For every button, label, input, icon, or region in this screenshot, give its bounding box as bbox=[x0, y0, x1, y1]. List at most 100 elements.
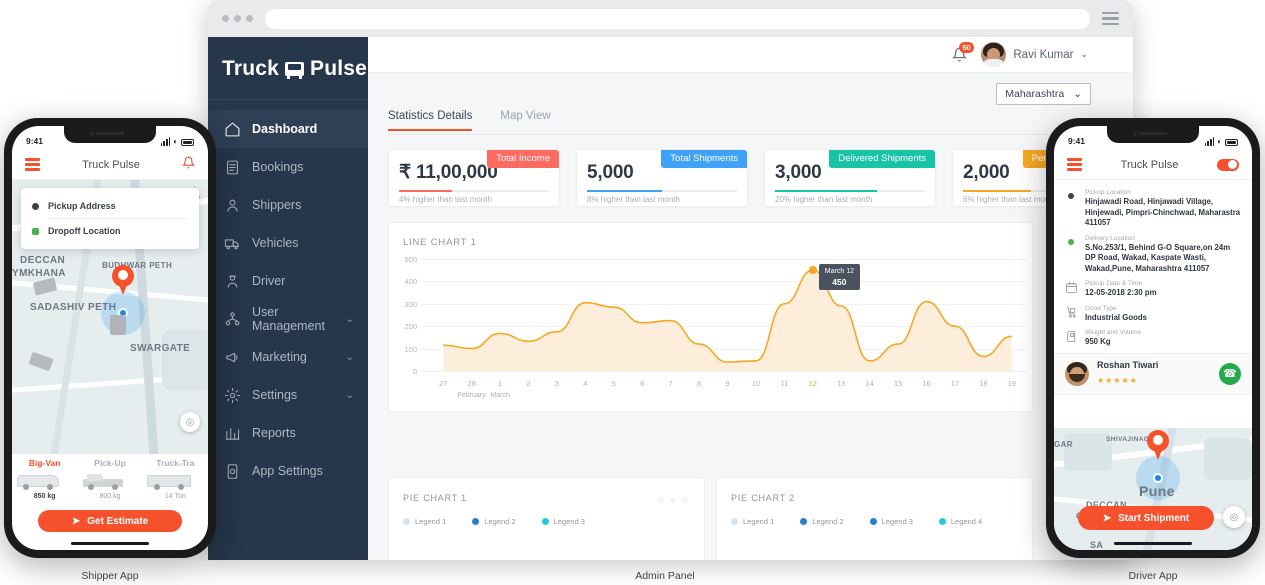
sidebar-item-label: Reports bbox=[252, 426, 296, 440]
detail-row: Delivery LocationS.No.253/1, Behind G-O … bbox=[1065, 234, 1241, 280]
legend-swatch-icon bbox=[403, 518, 410, 525]
sidebar-item-app-settings[interactable]: App Settings bbox=[208, 452, 368, 490]
pie-legend: Legend 1 Legend 2 Legend 3 Legend 4 bbox=[717, 503, 1032, 526]
stat-card-progress bbox=[587, 190, 737, 192]
address-bar[interactable] bbox=[265, 9, 1090, 29]
sidebar-item-settings[interactable]: Settings⌄ bbox=[208, 376, 368, 414]
x-axis-tick: 15 bbox=[888, 379, 908, 388]
composite-showcase: Truck Pulse Dashboard Bookings Shippers Veh… bbox=[0, 0, 1265, 585]
vehicle-name: Truck-Tra bbox=[143, 458, 208, 468]
sidebar-item-label: App Settings bbox=[252, 464, 323, 478]
line-chart-svg bbox=[389, 249, 1034, 409]
detail-value: 12-05-2018 2:30 pm bbox=[1085, 288, 1157, 299]
map-label-gymkhana: YMKHANA bbox=[12, 268, 66, 279]
start-shipment-button[interactable]: ➤ Start Shipment bbox=[1078, 506, 1214, 530]
x-axis-tick: 4 bbox=[575, 379, 595, 388]
tabs-divider bbox=[388, 134, 1123, 135]
sidebar-item-user-management[interactable]: User Management⌄ bbox=[208, 300, 368, 338]
pickup-address-field[interactable]: Pickup Address bbox=[32, 197, 188, 215]
window-controls[interactable] bbox=[222, 15, 253, 22]
bar-chart-icon bbox=[224, 425, 241, 442]
chevron-down-icon: ⌄ bbox=[1080, 49, 1088, 60]
sidebar-item-shippers[interactable]: Shippers bbox=[208, 186, 368, 224]
home-indicator bbox=[1114, 542, 1192, 546]
hamburger-icon[interactable] bbox=[1067, 158, 1082, 170]
sidebar-item-label: Vehicles bbox=[252, 236, 299, 250]
stat-card[interactable]: Total Shipments5,0008% higher than last … bbox=[576, 149, 748, 207]
legend-item[interactable]: Legend 2 bbox=[800, 517, 843, 526]
x-axis-tick: 28 bbox=[462, 379, 482, 388]
sidebar-item-label: User Management bbox=[252, 305, 335, 333]
sidebar-item-reports[interactable]: Reports bbox=[208, 414, 368, 452]
pie-chart-1-card: PIE CHART 1○ ○ ○Legend 1Legend 2Legend 3 bbox=[388, 477, 705, 560]
map-label-deccan: DECCAN bbox=[20, 255, 65, 266]
sidebar-item-dashboard[interactable]: Dashboard bbox=[208, 110, 368, 148]
notifications-button[interactable]: 50 bbox=[952, 47, 967, 63]
hamburger-icon[interactable] bbox=[25, 158, 40, 170]
stat-card-subtext: 20% higher than last month bbox=[775, 195, 872, 204]
vehicle-option[interactable]: Big-Van850 kg bbox=[12, 454, 77, 504]
online-toggle[interactable] bbox=[1217, 159, 1239, 171]
driver-map[interactable]: SHIVAJINAGAR GAR Pune DECCAN GYMKHANA BU… bbox=[1054, 428, 1252, 550]
get-estimate-button[interactable]: ➤ Get Estimate bbox=[38, 510, 182, 532]
rating-stars: ★★★★★ bbox=[1097, 376, 1138, 385]
recenter-button[interactable]: ◎ bbox=[180, 412, 200, 432]
region-select[interactable]: Maharashtra ⌄ bbox=[996, 83, 1091, 105]
stat-card-tag: Total Income bbox=[487, 150, 559, 168]
map-label-sa: SA bbox=[1090, 540, 1103, 550]
sidebar-item-bookings[interactable]: Bookings bbox=[208, 148, 368, 186]
pie-overflow-menu[interactable]: ○ ○ ○ bbox=[659, 495, 690, 505]
app-title: Truck Pulse bbox=[1121, 159, 1179, 171]
legend-label: Legend 1 bbox=[743, 517, 774, 526]
driver-icon bbox=[224, 273, 241, 290]
sidebar-item-marketing[interactable]: Marketing⌄ bbox=[208, 338, 368, 376]
detail-row: Pickup LocationHinjawadi Road, Hinjawadi… bbox=[1065, 188, 1241, 234]
dropoff-location-field[interactable]: Dropoff Location bbox=[32, 222, 188, 240]
sidebar-item-label: Shippers bbox=[252, 198, 301, 212]
detail-row: Weight and Volume950 Kg bbox=[1065, 328, 1241, 353]
stat-cards: Total Income₹ 11,00,0004% higher than la… bbox=[388, 149, 1124, 207]
browser-menu-icon[interactable] bbox=[1102, 12, 1119, 26]
status-icons: ◐ bbox=[1205, 137, 1238, 146]
legend-label: Legend 2 bbox=[484, 517, 515, 526]
detail-value: Hinjawadi Road, Hinjawadi Village, Hinje… bbox=[1085, 197, 1241, 229]
x-axis-tick: 11 bbox=[774, 379, 794, 388]
map-label-pune: Pune bbox=[1139, 483, 1175, 499]
stat-card[interactable]: Delivered Shipments3,00020% higher than … bbox=[764, 149, 936, 207]
map-label-swargate: SWARGATE bbox=[130, 343, 190, 354]
tab-map-view[interactable]: Map View bbox=[500, 110, 550, 131]
start-shipment-label: Start Shipment bbox=[1118, 513, 1189, 524]
address-card: Pickup Address Dropoff Location bbox=[21, 188, 199, 249]
region-filter[interactable]: Maharashtra ⌄ bbox=[996, 83, 1091, 105]
x-axis-tick: 3 bbox=[547, 379, 567, 388]
user-menu[interactable]: Ravi Kumar ⌄ bbox=[981, 42, 1088, 67]
highlight-point bbox=[809, 266, 817, 274]
vehicle-option[interactable]: Truck-Tra14 Ton bbox=[143, 454, 208, 504]
phone-icon[interactable]: ☎ bbox=[1219, 363, 1241, 385]
legend-item[interactable]: Legend 4 bbox=[939, 517, 982, 526]
x-axis-tick: 10 bbox=[746, 379, 766, 388]
stat-card[interactable]: Total Income₹ 11,00,0004% higher than la… bbox=[388, 149, 560, 207]
sidebar-item-vehicles[interactable]: Vehicles bbox=[208, 224, 368, 262]
legend-item[interactable]: Legend 3 bbox=[870, 517, 913, 526]
chevron-down-icon: ⌄ bbox=[1073, 88, 1082, 100]
vehicle-option[interactable]: Pick-Up900 kg bbox=[77, 454, 142, 504]
bell-icon[interactable] bbox=[182, 156, 195, 174]
username-label: Ravi Kumar bbox=[1013, 49, 1073, 61]
legend-label: Legend 3 bbox=[882, 517, 913, 526]
legend-item[interactable]: Legend 1 bbox=[731, 517, 774, 526]
legend-item[interactable]: Legend 2 bbox=[472, 517, 515, 526]
sidebar-item-driver[interactable]: Driver bbox=[208, 262, 368, 300]
sidebar-item-label: Marketing bbox=[252, 350, 307, 364]
admin-browser-window: Truck Pulse DashboardBookingsShippersVeh… bbox=[208, 0, 1133, 560]
x-axis-tick: 19 bbox=[1002, 379, 1022, 388]
phone-notch bbox=[1107, 126, 1199, 143]
x-axis-tick: 27 bbox=[433, 379, 453, 388]
legend-item[interactable]: Legend 3 bbox=[542, 517, 585, 526]
driver-app-header: Truck Pulse bbox=[1054, 150, 1252, 180]
sidebar-item-label: Bookings bbox=[252, 160, 303, 174]
detail-label: Delivery Location bbox=[1085, 234, 1241, 243]
recenter-button[interactable]: ◎ bbox=[1223, 506, 1245, 528]
legend-item[interactable]: Legend 1 bbox=[403, 517, 446, 526]
tab-statistics-details[interactable]: Statistics Details bbox=[388, 110, 472, 131]
